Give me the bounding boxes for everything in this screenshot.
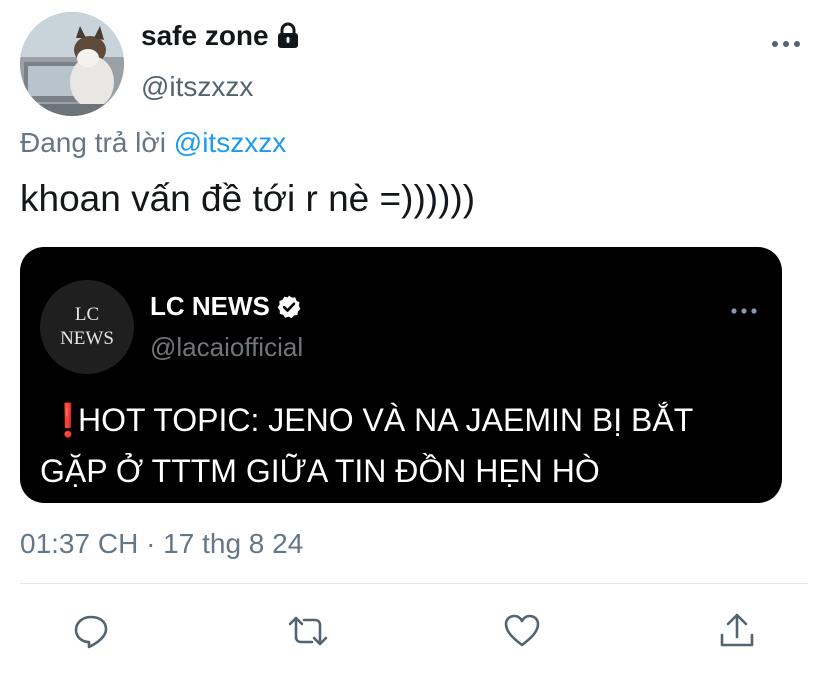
lock-icon xyxy=(275,22,301,50)
divider xyxy=(20,583,808,584)
tweet-text: khoan vấn đề tới r nè =)))))) xyxy=(20,178,476,219)
quoted-avatar[interactable]: LC NEWS xyxy=(40,280,134,374)
reply-button[interactable] xyxy=(71,611,111,651)
author-handle[interactable]: @itszxzx xyxy=(141,71,253,103)
share-button[interactable] xyxy=(717,611,757,651)
exclamation-emoji: ❗ xyxy=(48,402,88,438)
avatar[interactable] xyxy=(20,12,124,116)
quoted-name-row[interactable]: LC NEWS xyxy=(150,291,302,322)
replying-to-mention[interactable]: @itszxzx xyxy=(174,127,286,158)
quoted-handle[interactable]: @lacaiofficial xyxy=(150,332,303,363)
quoted-text-body: HOT TOPIC: JENO VÀ NA JAEMIN BỊ BẮT GẶP … xyxy=(40,402,693,489)
quoted-tweet-card[interactable]: LC NEWS LC NEWS @lacaiofficial ❗HOT TOPI… xyxy=(20,247,782,503)
reply-icon xyxy=(74,615,108,649)
quoted-tweet-text: ❗HOT TOPIC: JENO VÀ NA JAEMIN BỊ BẮT GẶP… xyxy=(40,395,760,497)
retweet-button[interactable] xyxy=(286,611,330,651)
share-icon xyxy=(720,613,754,647)
avatar-image xyxy=(20,12,124,116)
replying-to: Đang trả lời @itszxzx xyxy=(20,127,286,159)
quoted-display-name[interactable]: LC NEWS xyxy=(150,291,270,322)
more-options-icon[interactable] xyxy=(770,34,802,54)
tweet-timestamp[interactable]: 01:37 CH · 17 thg 8 24 xyxy=(20,528,303,560)
like-button[interactable] xyxy=(502,611,542,651)
author-display-name[interactable]: safe zone xyxy=(141,20,269,52)
replying-to-prefix: Đang trả lời xyxy=(20,127,166,158)
like-icon xyxy=(504,614,540,647)
author-name-row[interactable]: safe zone xyxy=(141,20,301,52)
quoted-avatar-line1: LC xyxy=(74,304,100,325)
retweet-icon xyxy=(288,616,328,646)
quoted-more-options-icon[interactable] xyxy=(730,303,758,319)
verified-badge-icon xyxy=(276,294,302,320)
quoted-avatar-line2: NEWS xyxy=(60,328,114,349)
